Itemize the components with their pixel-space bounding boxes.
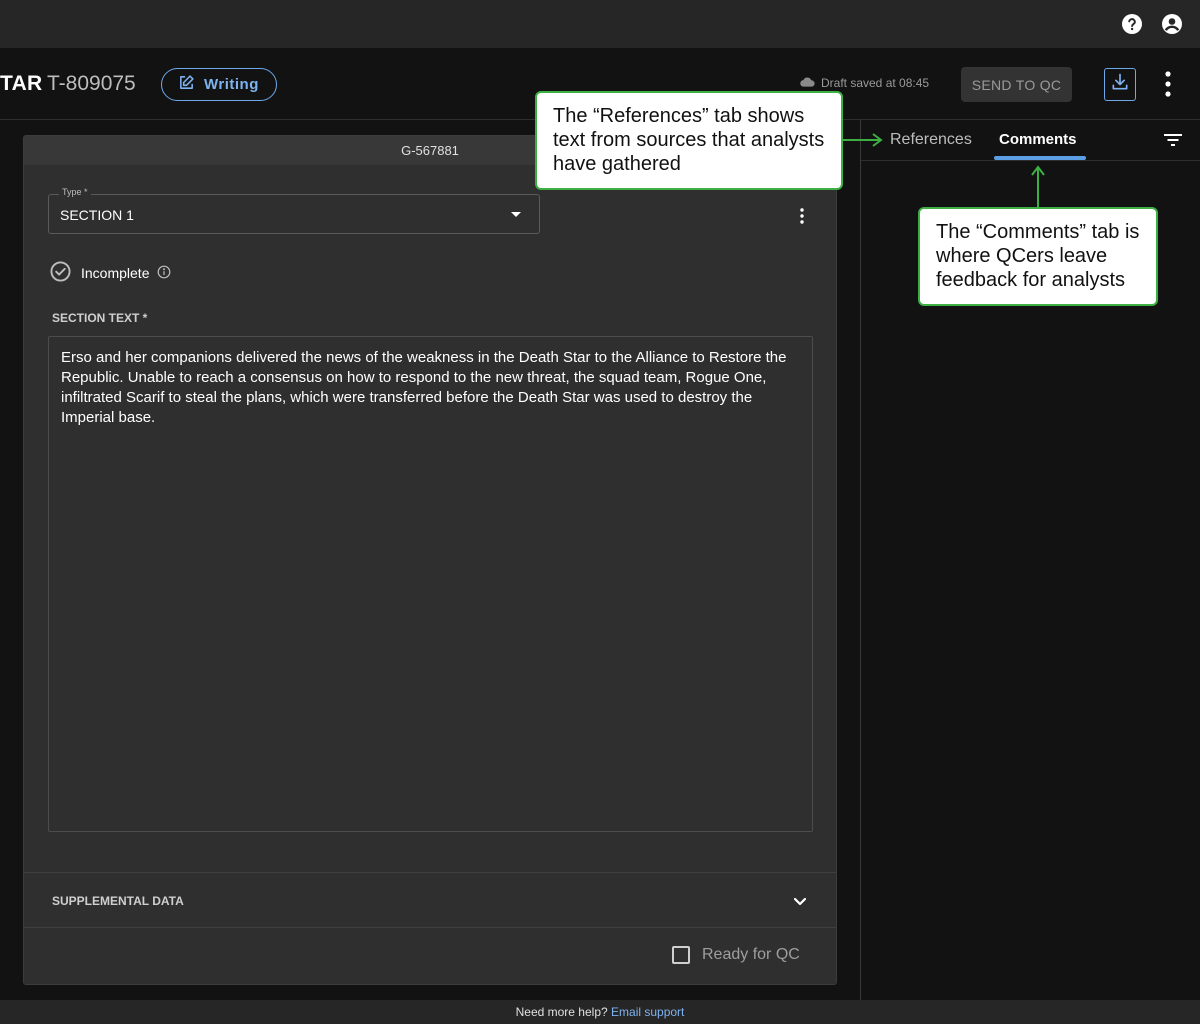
edit-icon — [178, 74, 195, 95]
type-select[interactable]: Type * SECTION 1 — [48, 187, 540, 234]
active-tab-indicator — [994, 156, 1086, 160]
send-to-qc-button[interactable]: SEND TO QC — [961, 67, 1072, 102]
footer: Need more help? Email support — [0, 1000, 1200, 1024]
supplemental-data-label: SUPPLEMENTAL DATA — [52, 894, 184, 908]
project-title: TAR — [0, 72, 43, 95]
section-text-input[interactable]: Erso and her companions delivered the ne… — [48, 336, 813, 832]
more-vert-icon[interactable] — [1158, 68, 1178, 100]
email-support-link[interactable]: Email support — [611, 1005, 684, 1019]
section-text-label: SECTION TEXT * — [52, 311, 148, 325]
section-more-vert-icon[interactable] — [792, 206, 812, 226]
help-circle-icon[interactable] — [1120, 12, 1144, 36]
dropdown-arrow-icon — [511, 212, 521, 217]
footer-help-text: Need more help? — [515, 1005, 608, 1019]
ready-for-qc-label: Ready for QC — [702, 946, 800, 963]
download-button[interactable] — [1104, 68, 1136, 101]
account-circle-icon[interactable] — [1160, 12, 1184, 36]
tab-references[interactable]: References — [890, 131, 972, 149]
references-callout: The “References” tab shows text from sou… — [535, 91, 843, 190]
info-icon[interactable] — [157, 265, 171, 282]
ready-for-qc[interactable]: Ready for QC — [672, 946, 800, 964]
completion-status: Incomplete — [50, 261, 171, 285]
draft-status-text: Draft saved at 08:45 — [821, 76, 930, 90]
check-circle-icon — [50, 261, 71, 285]
completion-status-text: Incomplete — [81, 265, 150, 281]
cloud-icon — [800, 76, 815, 90]
type-select-value: SECTION 1 — [60, 207, 134, 223]
tab-comments[interactable]: Comments — [999, 131, 1077, 148]
supplemental-data-accordion[interactable]: SUPPLEMENTAL DATA — [24, 872, 836, 928]
ready-for-qc-checkbox[interactable] — [672, 946, 690, 964]
type-select-label: Type * — [59, 187, 91, 197]
download-icon — [1110, 72, 1130, 97]
comments-callout: The “Comments” tab is where QCers leave … — [918, 207, 1158, 306]
top-app-bar — [0, 0, 1200, 48]
side-panel-tabs: References Comments — [861, 120, 1200, 161]
chevron-down-icon — [790, 891, 810, 911]
writing-mode-button[interactable]: Writing — [161, 68, 277, 101]
document-id: T-809075 — [47, 72, 136, 95]
writing-mode-label: Writing — [204, 76, 259, 93]
filter-icon[interactable] — [1163, 132, 1183, 148]
section-card: G-567881 Type * SECTION 1 Incomplete SEC… — [23, 135, 837, 985]
draft-status: Draft saved at 08:45 — [800, 76, 929, 90]
